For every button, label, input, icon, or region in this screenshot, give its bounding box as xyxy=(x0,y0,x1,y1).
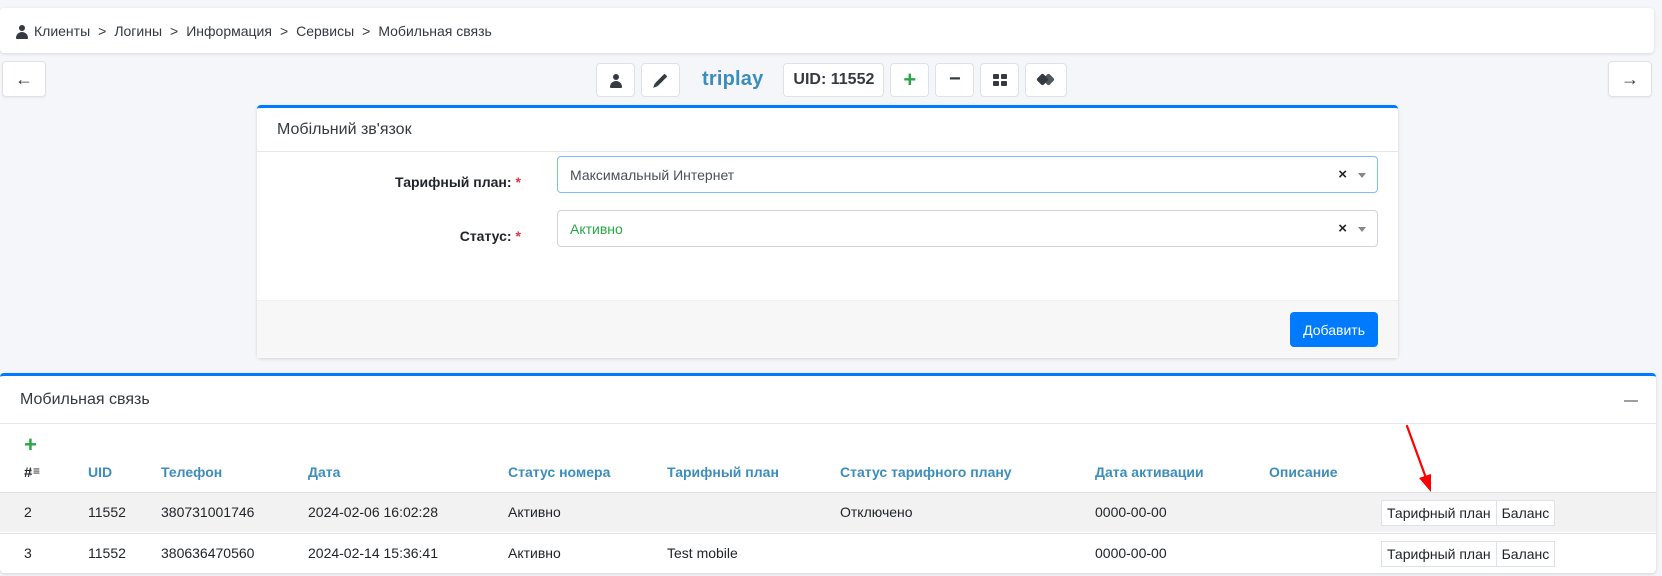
tariff-label: Тарифный план: * xyxy=(394,174,521,190)
tariff-select[interactable]: Максимальный Интернет × xyxy=(557,156,1378,193)
minus-icon: − xyxy=(949,68,961,90)
grid-icon xyxy=(992,73,1007,86)
cell-uid: 11552 xyxy=(88,545,126,561)
column-tariff[interactable]: Тарифный план xyxy=(667,464,779,480)
chevron-down-icon[interactable] xyxy=(1358,173,1366,178)
tags-button[interactable] xyxy=(1025,62,1068,97)
column-tariff-status[interactable]: Статус тарифного плану xyxy=(840,464,1012,480)
breadcrumb-item-mobile: Мобильная связь xyxy=(378,22,492,39)
column-uid[interactable]: UID xyxy=(88,464,112,480)
user-toolbar: triplay UID: 11552 + − xyxy=(596,62,1068,97)
uid-badge: UID: 11552 xyxy=(783,62,885,97)
cell-activation-date: 0000-00-00 xyxy=(1095,504,1167,520)
edit-button[interactable] xyxy=(641,62,680,97)
clear-icon[interactable]: × xyxy=(1338,166,1347,183)
plus-icon: + xyxy=(903,66,917,92)
breadcrumb-separator: > xyxy=(279,22,289,39)
balance-button[interactable]: Баланс xyxy=(1496,500,1556,526)
add-button[interactable]: + xyxy=(890,62,930,97)
breadcrumb-item-info[interactable]: Информация xyxy=(186,23,272,39)
plus-icon[interactable]: + xyxy=(24,434,37,456)
arrow-right-icon: → xyxy=(1621,68,1639,89)
collapse-icon[interactable] xyxy=(1624,400,1638,402)
remove-button[interactable]: − xyxy=(935,62,975,97)
clear-icon[interactable]: × xyxy=(1338,220,1347,237)
cell-date: 2024-02-14 15:36:41 xyxy=(308,545,438,561)
cell-number-status: Активно xyxy=(508,545,561,561)
breadcrumb-separator: > xyxy=(362,22,371,39)
breadcrumb-item-services[interactable]: Сервисы xyxy=(296,23,354,39)
breadcrumb-item-logins[interactable]: Логины xyxy=(114,23,162,39)
services-grid-button[interactable] xyxy=(980,62,1020,97)
submit-button[interactable]: Добавить xyxy=(1290,312,1378,347)
cell-uid: 11552 xyxy=(88,504,126,520)
balance-button[interactable]: Баланс xyxy=(1496,541,1556,567)
breadcrumb-separator: > xyxy=(170,22,179,39)
cell-phone: 380636470560 xyxy=(161,545,255,561)
cell-tariff: Test mobile xyxy=(667,545,738,561)
cell-date: 2024-02-06 16:02:28 xyxy=(308,504,438,520)
form-title: Мобільний зв'язок xyxy=(257,108,1398,152)
user-icon xyxy=(16,24,28,39)
status-row: Статус: * Активно × xyxy=(257,210,1398,247)
list-title: Мобильная связь xyxy=(0,376,1656,424)
breadcrumb: Клиенты > Логины > Информация > Сервисы … xyxy=(0,8,1654,53)
forward-button[interactable]: → xyxy=(1608,61,1652,97)
chevron-down-icon[interactable] xyxy=(1358,227,1366,232)
column-description[interactable]: Описание xyxy=(1269,464,1338,480)
login-name[interactable]: triplay xyxy=(686,68,777,91)
column-activation-date[interactable]: Дата активации xyxy=(1095,464,1204,480)
user-icon xyxy=(609,73,622,88)
form-footer: Добавить xyxy=(257,300,1398,358)
cell-num: 2 xyxy=(24,504,32,520)
tariff-select-value: Максимальный Интернет xyxy=(570,166,735,183)
arrow-left-icon: ← xyxy=(15,68,33,89)
table-row: 2 11552 380731001746 2024-02-06 16:02:28… xyxy=(0,492,1656,532)
row-actions: Тарифный план Баланс xyxy=(1381,541,1556,567)
cell-tariff-status: Отключено xyxy=(840,504,913,520)
breadcrumb-item-clients[interactable]: Клиенты xyxy=(34,23,90,39)
status-select[interactable]: Активно × xyxy=(557,210,1378,247)
cell-activation-date: 0000-00-00 xyxy=(1095,545,1167,561)
status-label: Статус: * xyxy=(459,228,521,244)
cell-phone: 380731001746 xyxy=(161,504,255,520)
back-button[interactable]: ← xyxy=(2,61,46,97)
pencil-icon xyxy=(654,73,667,86)
tariff-plan-button[interactable]: Тарифный план xyxy=(1381,541,1497,567)
row-actions: Тарифный план Баланс xyxy=(1381,500,1556,526)
tariff-row: Тарифный план: * Максимальный Интернет × xyxy=(257,156,1398,193)
sort-desc-icon: ↓≡ xyxy=(28,464,40,478)
mobile-service-form: Мобільний зв'язок Тарифный план: * Максим… xyxy=(257,105,1398,358)
column-phone[interactable]: Телефон xyxy=(161,464,222,480)
cell-number-status: Активно xyxy=(508,504,561,520)
user-profile-button[interactable] xyxy=(596,62,635,97)
column-date[interactable]: Дата xyxy=(308,464,340,480)
status-select-value: Активно xyxy=(570,220,623,237)
tariff-plan-button[interactable]: Тарифный план xyxy=(1381,500,1497,526)
tags-icon xyxy=(1038,74,1054,86)
breadcrumb-separator: > xyxy=(98,22,107,39)
column-number-status[interactable]: Статус номера xyxy=(508,464,610,480)
table-row: 3 11552 380636470560 2024-02-14 15:36:41… xyxy=(0,533,1656,573)
annotation-arrow-icon xyxy=(1405,424,1431,492)
cell-num: 3 xyxy=(24,545,32,561)
